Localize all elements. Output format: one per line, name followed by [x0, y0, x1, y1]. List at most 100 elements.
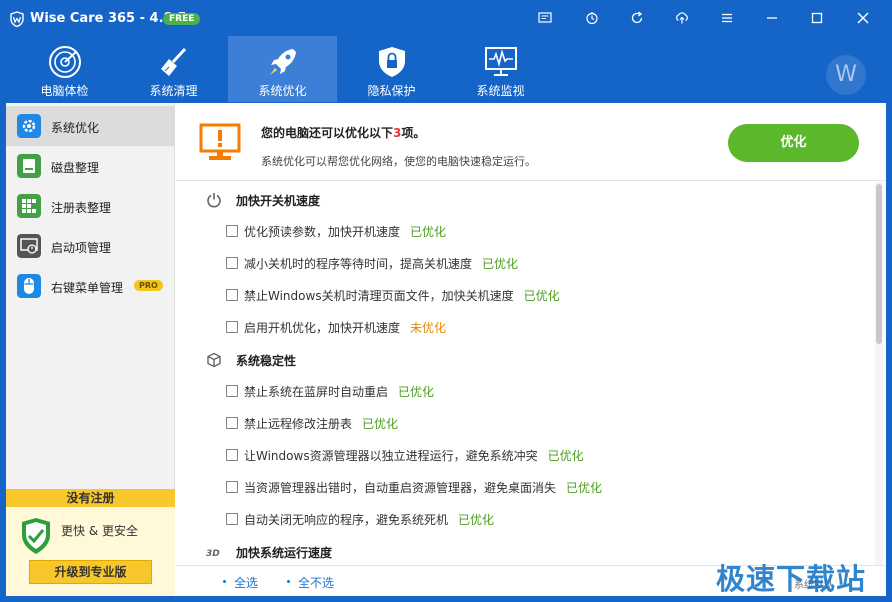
- tab-privacy-protection[interactable]: 隐私保护: [337, 36, 446, 102]
- close-icon[interactable]: [854, 9, 872, 27]
- promo-text: 更快 & 更安全: [61, 524, 138, 538]
- option-checkbox[interactable]: [226, 225, 238, 237]
- svg-text:3D: 3D: [206, 549, 220, 559]
- status-optimized: 已优化: [523, 289, 560, 303]
- option-checkbox[interactable]: [226, 385, 238, 397]
- minimize-icon[interactable]: [763, 9, 781, 27]
- gear-icon: [17, 114, 41, 138]
- tab-label: 系统优化: [258, 84, 307, 98]
- section-title: 系统稳定性: [236, 354, 297, 368]
- watermark: 极速下载站: [716, 562, 867, 596]
- option-label: 当资源管理器出错时，自动重启资源管理器，避免桌面消失 已优化: [244, 479, 602, 496]
- tab-label: 系统清理: [149, 84, 198, 98]
- status-optimized: 已优化: [362, 417, 399, 431]
- free-badge: FREE: [163, 13, 201, 25]
- sidebar-item-registry-defrag[interactable]: 注册表整理: [6, 186, 175, 226]
- option-label: 禁止Windows关机时清理页面文件，加快关机速度 已优化: [244, 287, 560, 304]
- sidebar-item-disk-defrag[interactable]: 磁盘整理: [6, 146, 175, 186]
- status-optimized: 已优化: [566, 481, 603, 495]
- banner-title: 您的电脑还可以优化以下3项。: [261, 124, 425, 141]
- option-text: 禁止远程修改注册表: [244, 417, 353, 431]
- scrollbar-thumb[interactable]: [876, 184, 882, 344]
- status-optimized: 已优化: [547, 449, 584, 463]
- update-icon[interactable]: [673, 9, 691, 27]
- main-nav: 电脑体检 系统清理 系统优化 隐私保护 系统监视: [10, 36, 555, 102]
- option-checkbox[interactable]: [226, 257, 238, 269]
- upgrade-button[interactable]: 升级到专业版: [29, 560, 152, 584]
- section-title: 加快开关机速度: [236, 194, 321, 208]
- startup-icon: [17, 234, 41, 258]
- sidebar-item-label: 右键菜单管理: [51, 281, 124, 295]
- option-label: 自动关闭无响应的程序，避免系统死机 已优化: [244, 511, 494, 528]
- main-content: 您的电脑还可以优化以下3项。 系统优化可以帮您优化网络，使您的电脑快速稳定运行。…: [176, 103, 886, 596]
- banner-title-prefix: 您的电脑还可以优化以下: [261, 126, 394, 140]
- option-text: 自动关闭无响应的程序，避免系统死机: [244, 513, 449, 527]
- banner-title-suffix: 项。: [401, 126, 426, 140]
- option-label: 禁止系统在蓝屏时自动重启 已优化: [244, 383, 434, 400]
- grid-icon: [17, 194, 41, 218]
- option-checkbox[interactable]: [226, 289, 238, 301]
- pro-badge: PRO: [134, 280, 163, 291]
- select-none-link[interactable]: 全不选: [298, 574, 334, 591]
- option-checkbox[interactable]: [226, 481, 238, 493]
- option-text: 让Windows资源管理器以独立进程运行，避免系统冲突: [244, 449, 538, 463]
- tab-system-cleanup[interactable]: 系统清理: [119, 36, 228, 102]
- tab-label: 隐私保护: [367, 84, 416, 98]
- status-optimized: 已优化: [458, 513, 495, 527]
- shield-check-icon: [22, 518, 50, 554]
- power-icon: [207, 193, 221, 208]
- cube-icon: [207, 352, 221, 368]
- option-checkbox[interactable]: [226, 513, 238, 525]
- bullet-icon: [223, 580, 226, 583]
- sidebar-item-label: 注册表整理: [51, 201, 112, 215]
- window-frame-right: [886, 103, 892, 602]
- feedback-icon[interactable]: [536, 9, 554, 27]
- option-checkbox[interactable]: [226, 417, 238, 429]
- sidebar-item-label: 启动项管理: [51, 241, 112, 255]
- maximize-icon[interactable]: [808, 9, 826, 27]
- app-header: Wise Care 365 - 4.8.5 FREE 电脑体检 系统清理 系统优…: [0, 0, 892, 103]
- status-optimized: 已优化: [482, 257, 519, 271]
- optimize-button[interactable]: 优化: [728, 124, 859, 162]
- option-label: 禁止远程修改注册表 已优化: [244, 415, 398, 432]
- mouse-icon: [17, 274, 41, 298]
- option-checkbox[interactable]: [226, 321, 238, 333]
- shield-lock-icon: [379, 47, 405, 77]
- option-label: 启用开机优化，加快开机速度 未优化: [244, 319, 446, 336]
- tab-pc-checkup[interactable]: 电脑体检: [10, 36, 119, 102]
- sidebar-item-label: 系统优化: [51, 121, 100, 135]
- tab-label: 系统监视: [476, 84, 525, 98]
- option-label: 让Windows资源管理器以独立进程运行，避免系统冲突 已优化: [244, 447, 584, 464]
- select-all-link[interactable]: 全选: [234, 574, 258, 591]
- option-checkbox[interactable]: [226, 449, 238, 461]
- option-text: 减小关机时的程序等待时间，提高关机速度: [244, 257, 473, 271]
- refresh-icon[interactable]: [628, 9, 646, 27]
- status-optimized: 已优化: [398, 385, 435, 399]
- optimization-list: 加快开关机速度 优化预读参数，加快开机速度 已优化 减小关机时的程序等待时间，提高…: [176, 182, 886, 565]
- tab-system-optimize[interactable]: 系统优化: [228, 36, 337, 102]
- tab-system-monitor[interactable]: 系统监视: [446, 36, 555, 102]
- option-label: 减小关机时的程序等待时间，提高关机速度 已优化: [244, 255, 518, 272]
- tab-label: 电脑体检: [40, 84, 89, 98]
- monitor-alert-icon: [199, 123, 241, 160]
- option-text: 优化预读参数，加快开机速度: [244, 225, 401, 239]
- scrollbar[interactable]: [875, 182, 883, 565]
- sidebar-item-label: 磁盘整理: [51, 161, 100, 175]
- monitor-pulse-icon: [485, 47, 517, 76]
- sidebar: 系统优化 磁盘整理 注册表整理 启动项管理 右键菜单管理 PRO 没有注册 更快…: [6, 103, 175, 596]
- banner-subtitle: 系统优化可以帮您优化网络，使您的电脑快速稳定运行。: [261, 155, 536, 168]
- promo-panel: 更快 & 更安全 升级到专业版: [6, 507, 175, 596]
- sidebar-item-startup-manager[interactable]: 启动项管理: [6, 226, 175, 266]
- sidebar-item-context-menu[interactable]: 右键菜单管理 PRO: [6, 266, 175, 306]
- status-optimized: 已优化: [410, 225, 447, 239]
- radar-icon: [49, 46, 81, 78]
- rocket-icon: [270, 49, 296, 75]
- title-bar: Wise Care 365 - 4.8.5 FREE: [0, 0, 892, 36]
- option-text: 启用开机优化，加快开机速度: [244, 321, 401, 335]
- menu-icon[interactable]: [718, 9, 736, 27]
- sidebar-item-system-optimize[interactable]: 系统优化: [6, 106, 175, 146]
- scheduler-icon[interactable]: [583, 9, 601, 27]
- app-logo-icon: [10, 11, 24, 27]
- status-not-optimized: 未优化: [410, 321, 447, 335]
- user-avatar[interactable]: W: [826, 55, 866, 95]
